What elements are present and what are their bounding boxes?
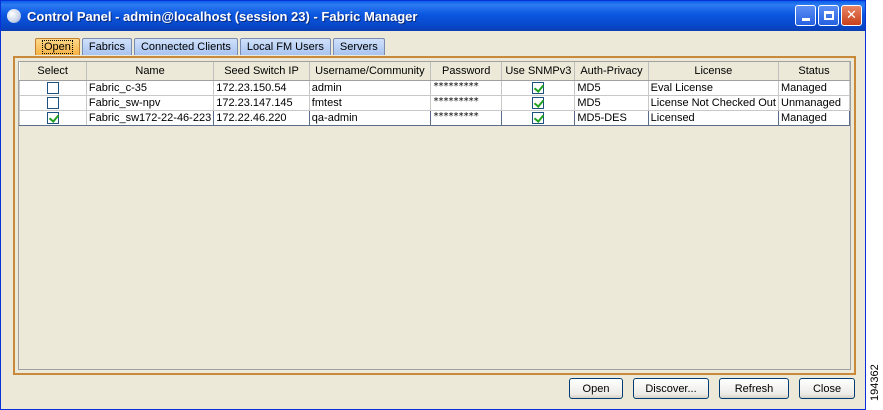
seed-ip-cell[interactable]: 172.22.46.220 [213,109,310,126]
select-checkbox[interactable] [46,81,59,94]
name-cell[interactable]: Fabric_sw-npv [85,94,215,111]
table-header-row: Select Name Seed Switch IP Username/Comm… [19,62,850,81]
fabric-table-viewport[interactable]: Select Name Seed Switch IP Username/Comm… [18,61,851,370]
column-header-name[interactable]: Name [86,62,215,81]
status-cell: Managed [778,79,850,96]
snmpv3-cell[interactable] [501,94,576,111]
auth-privacy-cell[interactable]: MD5 [574,79,649,96]
seed-ip-cell[interactable]: 172.23.147.145 [213,94,310,111]
snmpv3-cell[interactable] [501,79,576,96]
password-cell[interactable]: ********* [429,79,503,96]
action-buttons: Open Discover... Refresh Close [569,378,855,399]
close-button[interactable]: Close [799,378,855,399]
discover-button[interactable]: Discover... [633,378,709,399]
app-icon [7,9,21,23]
column-header-use-snmpv3[interactable]: Use SNMPv3 [501,62,576,81]
name-cell[interactable]: Fabric_c-35 [85,79,215,96]
fabric-table: Select Name Seed Switch IP Username/Comm… [19,62,850,126]
window-title: Control Panel - admin@localhost (session… [27,8,418,24]
refresh-button[interactable]: Refresh [719,378,789,399]
select-checkbox[interactable] [46,96,59,109]
select-checkbox[interactable] [46,111,59,124]
tab-open[interactable]: Open [35,38,80,55]
name-cell[interactable]: Fabric_sw172-22-46-223 [85,109,215,126]
password-cell[interactable]: ********* [429,109,503,126]
table-row[interactable]: Fabric_sw-npv 172.23.147.145 fmtest ****… [19,94,850,111]
snmpv3-checkbox[interactable] [532,96,545,109]
auth-privacy-cell[interactable]: MD5-DES [574,109,649,126]
title-bar[interactable]: Control Panel - admin@localhost (session… [1,1,865,31]
table-row[interactable]: Fabric_c-35 172.23.150.54 admin ********… [19,79,850,96]
tab-servers[interactable]: Servers [332,38,385,55]
table-row[interactable]: Fabric_sw172-22-46-223 172.22.46.220 qa-… [19,109,850,126]
open-tab-panel: Select Name Seed Switch IP Username/Comm… [13,56,856,375]
license-cell: License Not Checked Out [647,94,780,111]
username-cell[interactable]: qa-admin [308,109,431,126]
figure-id: 194362 [869,364,881,402]
license-cell: Eval License [647,79,780,96]
password-cell[interactable]: ********* [429,94,503,111]
open-button[interactable]: Open [569,378,623,399]
tab-bar: Open Fabrics Connected Clients Local FM … [35,38,385,55]
window-controls: ✕ [795,5,862,26]
column-header-auth-privacy[interactable]: Auth-Privacy [574,62,649,81]
select-cell[interactable] [19,109,87,126]
column-header-password[interactable]: Password [430,62,503,81]
close-window-button[interactable]: ✕ [841,5,862,26]
snmpv3-checkbox[interactable] [532,111,545,124]
seed-ip-cell[interactable]: 172.23.150.54 [213,79,310,96]
username-cell[interactable]: fmtest [308,94,431,111]
tab-local-fm-users[interactable]: Local FM Users [239,38,331,55]
column-header-seed-switch-ip[interactable]: Seed Switch IP [213,62,310,81]
tab-fabrics[interactable]: Fabrics [81,38,132,55]
snmpv3-cell[interactable] [501,109,576,126]
column-header-license[interactable]: License [648,62,780,81]
minimize-button[interactable] [795,5,816,26]
select-cell[interactable] [19,79,87,96]
column-header-select[interactable]: Select [19,62,87,81]
username-cell[interactable]: admin [308,79,431,96]
maximize-icon [823,11,834,20]
auth-privacy-cell[interactable]: MD5 [574,94,649,111]
snmpv3-checkbox[interactable] [532,81,545,94]
tab-connected-clients[interactable]: Connected Clients [133,38,238,55]
maximize-button[interactable] [818,5,839,26]
status-cell: Unmanaged [778,94,850,111]
status-cell: Managed [778,109,850,126]
column-header-username[interactable]: Username/Community [309,62,431,81]
column-header-status[interactable]: Status [778,62,850,81]
minimize-icon [801,18,810,21]
close-icon: ✕ [846,8,857,23]
select-cell[interactable] [19,94,87,111]
license-cell: Licensed [647,109,780,126]
control-panel-window: Control Panel - admin@localhost (session… [0,0,866,410]
